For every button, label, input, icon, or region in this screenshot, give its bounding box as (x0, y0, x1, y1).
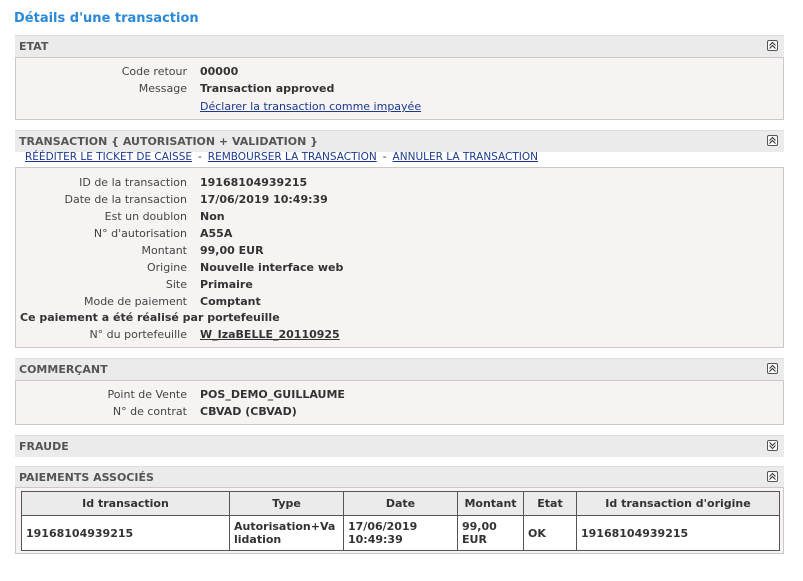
row-pos: Point de Vente POS_DEMO_GUILLAUME (16, 388, 783, 405)
column-header: Id transaction d'origine (576, 491, 780, 516)
column-header: Etat (523, 491, 577, 516)
field-label: Site (165, 278, 187, 291)
field-label: Montant (141, 244, 187, 257)
field-label: Origine (146, 261, 187, 274)
contract-value: CBVAD (CBVAD) (200, 405, 297, 418)
transaction-actions: RÉÉDITER LE TICKET DE CAISSE - REMBOURSER … (25, 151, 538, 163)
cancel-transaction-link[interactable]: ANNULER LA TRANSACTION (393, 151, 538, 163)
field-value: Primaire (200, 278, 253, 291)
section-header-fraude: FRAUDE (15, 435, 784, 457)
field-label: Date de la transaction (64, 193, 187, 206)
field-label: ID de la transaction (79, 176, 187, 189)
panel-transaction: ID de la transaction 19168104939215 Date… (15, 167, 784, 348)
section-header-commercant: COMMERÇANT (15, 358, 784, 380)
collapse-up-icon[interactable] (767, 471, 778, 482)
field-label: Est un doublon (104, 210, 187, 223)
field-row: Montant 99,00 EUR (16, 244, 783, 261)
pos-label: Point de Vente (107, 388, 187, 401)
field-value: Non (200, 210, 225, 223)
wallet-row: N° du portefeuille W_IzaBELLE_20110925 (16, 328, 783, 345)
pos-value: POS_DEMO_GUILLAUME (200, 388, 345, 401)
field-value: Nouvelle interface web (200, 261, 344, 274)
field-row: Site Primaire (16, 278, 783, 295)
row-code-retour: Code retour 00000 (16, 65, 783, 82)
action-separator: - (198, 151, 202, 163)
wallet-note: Ce paiement a été réalisé par portefeuil… (20, 311, 280, 324)
panel-etat: Code retour 00000 Message Transaction ap… (15, 57, 784, 120)
collapse-up-icon[interactable] (767, 135, 778, 146)
section-title-transaction: TRANSACTION { AUTORISATION + VALIDATION … (19, 135, 318, 148)
column-header: Montant (457, 491, 524, 516)
field-value: A55A (200, 227, 233, 240)
field-label: Mode de paiement (83, 295, 187, 308)
field-row: Est un doublon Non (16, 210, 783, 227)
row-declare: Déclarer la transaction comme impayée (16, 100, 783, 117)
cell-montant: 99,00 EUR (457, 515, 524, 551)
wallet-note-row: Ce paiement a été réalisé par portefeuil… (16, 311, 783, 328)
panel-commercant: Point de Vente POS_DEMO_GUILLAUME N° de … (15, 380, 784, 425)
column-header: Type (229, 491, 344, 516)
row-message: Message Transaction approved (16, 82, 783, 99)
contract-label: N° de contrat (112, 405, 187, 418)
section-header-transaction: TRANSACTION { AUTORISATION + VALIDATION … (15, 130, 784, 152)
row-contract: N° de contrat CBVAD (CBVAD) (16, 405, 783, 422)
action-separator: - (382, 151, 387, 163)
cell-etat: OK (523, 515, 577, 551)
column-header: Id transaction (21, 491, 230, 516)
cell-id-transaction: 19168104939215 (21, 515, 230, 551)
column-header: Date (343, 491, 458, 516)
table-row[interactable]: 19168104939215 Autorisation+Validation 1… (21, 515, 780, 551)
field-row: Mode de paiement Comptant (16, 295, 783, 312)
associated-payments-table: Id transaction Type Date Montant Etat Id… (21, 491, 780, 551)
field-label: N° d'autorisation (93, 227, 187, 240)
reprint-receipt-link[interactable]: RÉÉDITER LE TICKET DE CAISSE (25, 151, 192, 163)
wallet-label: N° du portefeuille (89, 328, 187, 341)
section-header-paiements: PAIEMENTS ASSOCIÉS (15, 466, 784, 488)
declare-unpaid-link[interactable]: Déclarer la transaction comme impayée (200, 100, 421, 113)
field-value: 99,00 EUR (200, 244, 264, 257)
cell-type: Autorisation+Validation (229, 515, 344, 551)
refund-transaction-link[interactable]: REMBOURSER LA TRANSACTION (208, 151, 377, 163)
expand-down-icon[interactable] (767, 440, 778, 451)
message-label: Message (138, 82, 187, 95)
wallet-link[interactable]: W_IzaBELLE_20110925 (200, 328, 340, 341)
field-row: ID de la transaction 19168104939215 (16, 176, 783, 193)
section-title-etat: ETAT (19, 40, 49, 53)
code-retour-label: Code retour (121, 65, 187, 78)
message-value: Transaction approved (200, 82, 335, 95)
page-title: Détails d'une transaction (14, 11, 199, 26)
field-row: N° d'autorisation A55A (16, 227, 783, 244)
field-row: Date de la transaction 17/06/2019 10:49:… (16, 193, 783, 210)
section-title-paiements: PAIEMENTS ASSOCIÉS (19, 471, 154, 484)
field-value: Comptant (200, 295, 261, 308)
code-retour-value: 00000 (200, 65, 239, 78)
section-title-fraude: FRAUDE (19, 440, 69, 453)
collapse-up-icon[interactable] (767, 363, 778, 374)
field-value: 19168104939215 (200, 176, 308, 189)
table-header-row: Id transaction Type Date Montant Etat Id… (21, 491, 780, 516)
cell-date: 17/06/2019 10:49:39 (343, 515, 458, 551)
section-header-etat: ETAT (15, 35, 784, 57)
collapse-up-icon[interactable] (767, 40, 778, 51)
section-title-commercant: COMMERÇANT (19, 363, 108, 376)
cell-id-origine: 19168104939215 (576, 515, 780, 551)
field-row: Origine Nouvelle interface web (16, 261, 783, 278)
field-value: 17/06/2019 10:49:39 (200, 193, 328, 206)
